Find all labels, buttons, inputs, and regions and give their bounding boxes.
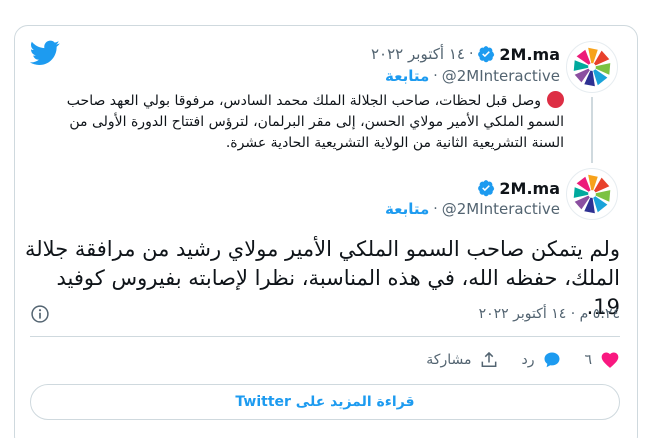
separator-dot: · <box>433 201 438 217</box>
quoted-tweet-handle-row: @2MInteractive · متابعة <box>385 66 560 86</box>
tweet-actions: ٦ رد مشاركة <box>426 347 620 373</box>
follow-button[interactable]: متابعة <box>385 67 429 85</box>
follow-button[interactable]: متابعة <box>385 200 429 218</box>
read-more-on-twitter-button[interactable]: قراءة المزيد على Twitter <box>30 384 620 420</box>
main-tweet-header: 2M.ma <box>477 177 560 199</box>
2m-logo-icon <box>573 174 611 214</box>
divider <box>30 336 620 337</box>
tweet-meta-row: ٥:٢٤ م · ١٤ أكتوبر ٢٠٢٢ <box>30 302 620 326</box>
reply-label: رد <box>521 352 535 368</box>
tweet-date[interactable]: ١٤ أكتوبر ٢٠٢٢ <box>371 45 465 63</box>
author-name[interactable]: 2M.ma <box>499 45 560 64</box>
reply-button[interactable]: رد <box>521 350 562 370</box>
author-name[interactable]: 2M.ma <box>499 179 560 198</box>
share-button[interactable]: مشاركة <box>426 350 499 370</box>
author-handle[interactable]: @2MInteractive <box>442 200 560 218</box>
embedded-tweet-card <box>14 25 638 438</box>
share-icon <box>482 351 497 367</box>
heart-icon <box>601 352 619 368</box>
share-label: مشاركة <box>426 352 472 368</box>
tweet-timestamp[interactable]: ٥:٢٤ م · ١٤ أكتوبر ٢٠٢٢ <box>479 306 620 322</box>
thread-connector-line <box>591 97 593 163</box>
main-tweet-handle-row: @2MInteractive · متابعة <box>385 199 560 219</box>
info-icon[interactable] <box>30 304 50 324</box>
avatar[interactable] <box>566 41 618 93</box>
red-circle-emoji <box>547 91 564 108</box>
separator-dot: · <box>468 46 474 62</box>
verified-badge-icon <box>478 46 495 63</box>
separator-dot: · <box>433 68 438 84</box>
reply-bubble-icon <box>544 352 560 368</box>
avatar[interactable] <box>566 168 618 220</box>
like-count: ٦ <box>584 352 592 368</box>
twitter-bird-icon[interactable] <box>30 40 60 66</box>
quoted-tweet-text: وصل قبل لحظات، صاحب الجلالة الملك محمد ا… <box>44 91 564 154</box>
verified-badge-icon <box>478 180 495 197</box>
like-button[interactable]: ٦ <box>584 350 620 370</box>
quoted-tweet-header: 2M.ma · ١٤ أكتوبر ٢٠٢٢ <box>371 43 560 65</box>
author-handle[interactable]: @2MInteractive <box>442 67 560 85</box>
quoted-tweet-body: وصل قبل لحظات، صاحب الجلالة الملك محمد ا… <box>66 93 564 151</box>
2m-logo-icon <box>573 47 611 87</box>
